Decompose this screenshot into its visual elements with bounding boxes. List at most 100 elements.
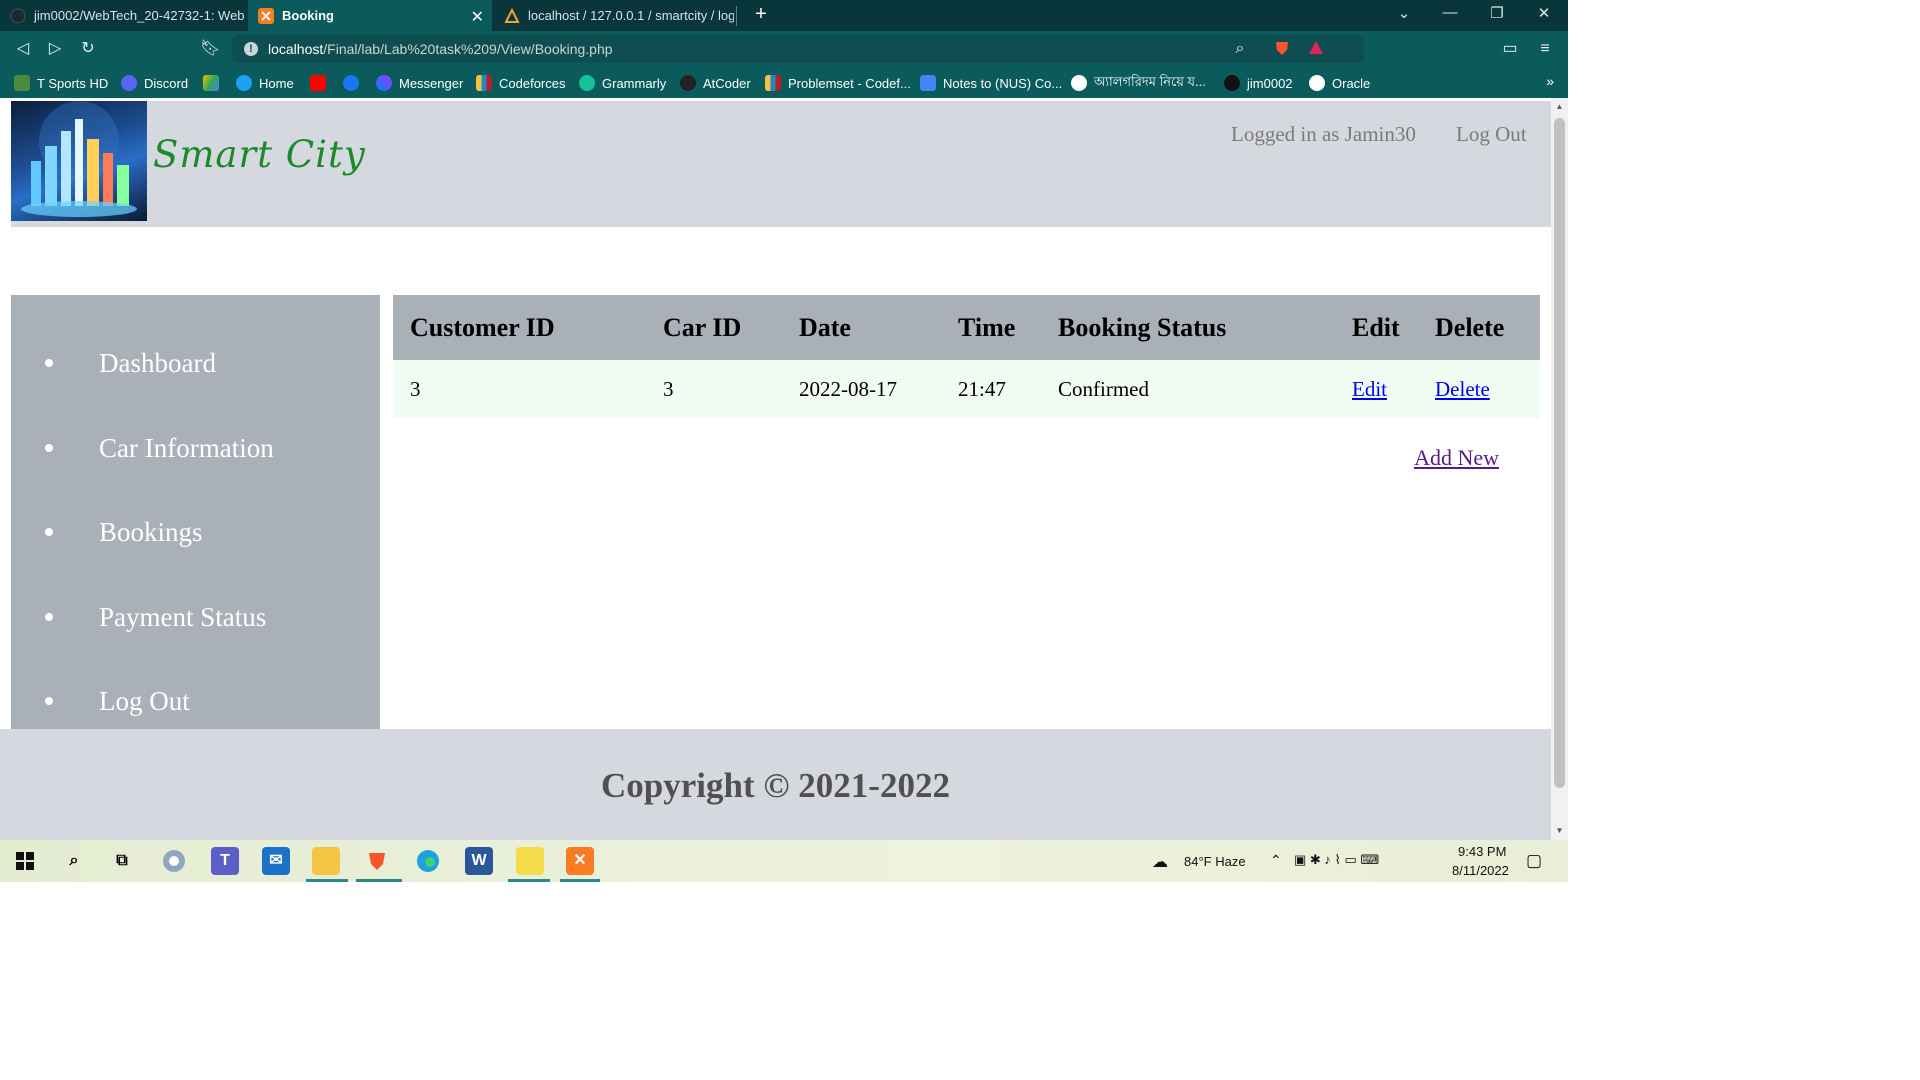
notification-icon[interactable]: ▢ (1526, 851, 1542, 871)
sidebar-item-bookings[interactable]: Bookings (11, 512, 203, 552)
brave-rewards-icon[interactable] (1306, 39, 1326, 59)
bookmark-label: Messenger (399, 75, 464, 91)
weather-icon: ☁ (1152, 854, 1168, 871)
bookmark-item[interactable]: Messenger (376, 74, 463, 92)
messenger-icon (376, 75, 392, 91)
back-icon[interactable]: ◁ (13, 39, 33, 59)
windows-start-icon[interactable] (11, 847, 39, 875)
main-content: Customer ID Car ID Date Time Booking Sta… (393, 295, 1540, 470)
brave-icon[interactable] (363, 847, 391, 875)
bookmark-item[interactable]: Home (236, 74, 294, 92)
sidebar-item-label: Dashboard (99, 347, 216, 378)
tab-title: jim0002/WebTech_20-42732-1: Web Te (34, 8, 246, 23)
cell-status: Confirmed (1041, 360, 1335, 418)
bookmark-item[interactable]: Notes to (NUS) Co... (920, 74, 1062, 92)
tray-icons[interactable]: ▣ ✱ ♪ ⌇ ▭ ⌨ (1294, 852, 1379, 868)
cell-date: 2022-08-17 (782, 360, 941, 418)
bookmark-label: অ্যালগরিদম নিয়ে য... (1094, 73, 1206, 89)
clock-date[interactable]: 8/11/2022 (1452, 863, 1509, 878)
sidebar-item-car-information[interactable]: Car Information (11, 428, 274, 468)
tab-search-icon[interactable]: ⌄ (1393, 4, 1415, 26)
chrome-app-icon[interactable] (160, 847, 188, 875)
bullet-icon (45, 444, 53, 452)
menu-icon[interactable]: ≡ (1535, 39, 1555, 59)
delete-link[interactable]: Delete (1435, 377, 1490, 401)
bullet-icon (45, 528, 53, 536)
col-header-car-id: Car ID (646, 295, 782, 360)
brave-shields-icon[interactable] (1272, 39, 1292, 59)
bookmark-item[interactable] (310, 74, 333, 92)
phpmyadmin-icon (504, 7, 520, 23)
wallet-icon[interactable]: ▭ (1500, 39, 1520, 59)
file-explorer-icon[interactable] (312, 847, 340, 875)
close-window-button[interactable]: ✕ (1533, 4, 1555, 26)
close-tab-icon[interactable]: ✕ (471, 7, 484, 27)
site-title: Smart City (153, 133, 366, 176)
bookmark-label: Home (259, 75, 294, 91)
edge-icon[interactable] (414, 847, 442, 875)
tab-booking[interactable]: Booking ✕ (248, 0, 492, 31)
scroll-thumb[interactable] (1554, 118, 1565, 788)
browser-toolbar: ◁ ▷ ↻ 🔖︎ ! localhost/Final/lab/Lab%20tas… (0, 31, 1568, 67)
tab-phpmyadmin[interactable]: localhost / 127.0.0.1 / smartcity / logi… (494, 0, 734, 31)
codeforces-icon (476, 75, 492, 91)
table-header-row: Customer ID Car ID Date Time Booking Sta… (393, 295, 1540, 360)
sidebar-item-logout[interactable]: Log Out (11, 681, 190, 721)
cell-customer-id: 3 (393, 360, 646, 418)
globe-icon (1071, 75, 1087, 91)
bookmark-item[interactable]: Discord (121, 74, 188, 92)
page-scrollbar[interactable]: ▲ ▼ (1551, 98, 1568, 840)
edit-link[interactable]: Edit (1352, 377, 1387, 401)
minimize-button[interactable]: — (1439, 4, 1461, 26)
bookmark-item[interactable] (343, 74, 366, 92)
header-logout-link[interactable]: Log Out (1456, 122, 1527, 147)
restore-button[interactable]: ❐ (1486, 4, 1508, 26)
sticky-app-icon[interactable] (516, 847, 544, 875)
bookmark-item[interactable]: T Sports HD (14, 74, 108, 92)
weather-text[interactable]: 84°F Haze (1184, 854, 1246, 869)
bookmark-item[interactable]: Grammarly (579, 74, 666, 92)
bookmark-item[interactable]: AtCoder (680, 74, 751, 92)
teams-icon[interactable]: T (211, 847, 239, 875)
address-bar[interactable]: ! localhost/Final/lab/Lab%20task%209/Vie… (232, 35, 1364, 63)
bookmark-icon[interactable]: 🔖︎ (200, 39, 220, 59)
cell-car-id: 3 (646, 360, 782, 418)
add-new-link[interactable]: Add New (1414, 445, 1499, 471)
bookmark-item[interactable]: অ্যালগরিদম নিয়ে য... (1071, 74, 1206, 92)
reload-icon[interactable]: ↻ (78, 39, 98, 59)
scroll-up-icon[interactable]: ▲ (1555, 102, 1564, 111)
browser-tab-bar: jim0002/WebTech_20-42732-1: Web Te Booki… (0, 0, 1568, 31)
new-tab-button[interactable]: + (750, 3, 772, 27)
bookmark-item[interactable]: Oracle (1309, 74, 1370, 92)
search-icon[interactable]: ⌕ (60, 847, 88, 875)
windows-taskbar: ⌕ ⧉ T ✉ W ✕ ☁ 84°F Haze ⌃ ▣ ✱ ♪ ⌇ ▭ ⌨ 9:… (0, 840, 1568, 882)
tab-github[interactable]: jim0002/WebTech_20-42732-1: Web Te (0, 0, 246, 31)
bookmark-item[interactable] (203, 74, 226, 92)
col-header-time: Time (941, 295, 1041, 360)
more-bookmarks-icon[interactable]: » (1546, 73, 1554, 89)
zoom-icon[interactable]: ⌕ (1230, 39, 1250, 59)
sidebar-item-payment-status[interactable]: Payment Status (11, 597, 266, 637)
bookmark-item[interactable]: jim0002 (1224, 74, 1293, 92)
url-text[interactable]: localhost/Final/lab/Lab%20task%209/View/… (268, 41, 613, 57)
site-info-icon[interactable]: ! (244, 42, 258, 56)
clock-time[interactable]: 9:43 PM (1458, 844, 1506, 859)
forward-icon[interactable]: ▷ (45, 39, 65, 59)
word-icon[interactable]: W (465, 847, 493, 875)
twitter-icon (236, 75, 252, 91)
tv-icon (14, 75, 30, 91)
tray-chevron-icon[interactable]: ⌃ (1270, 852, 1282, 869)
url-host: localhost (268, 41, 324, 57)
scroll-down-icon[interactable]: ▼ (1555, 826, 1564, 835)
bookmark-item[interactable]: Codeforces (476, 74, 565, 92)
task-view-icon[interactable]: ⧉ (108, 847, 136, 875)
xampp-icon (258, 7, 274, 24)
bookmark-item[interactable]: Problemset - Codef... (765, 74, 911, 92)
cell-time: 21:47 (941, 360, 1041, 418)
xampp-taskbar-icon[interactable]: ✕ (566, 847, 594, 875)
bullet-icon (45, 613, 53, 621)
active-indicator (508, 879, 550, 882)
mail-icon[interactable]: ✉ (262, 847, 290, 875)
sidebar-item-dashboard[interactable]: Dashboard (11, 343, 216, 383)
site-header: Smart City Logged in as Jamin30 Log Out (11, 101, 1551, 227)
